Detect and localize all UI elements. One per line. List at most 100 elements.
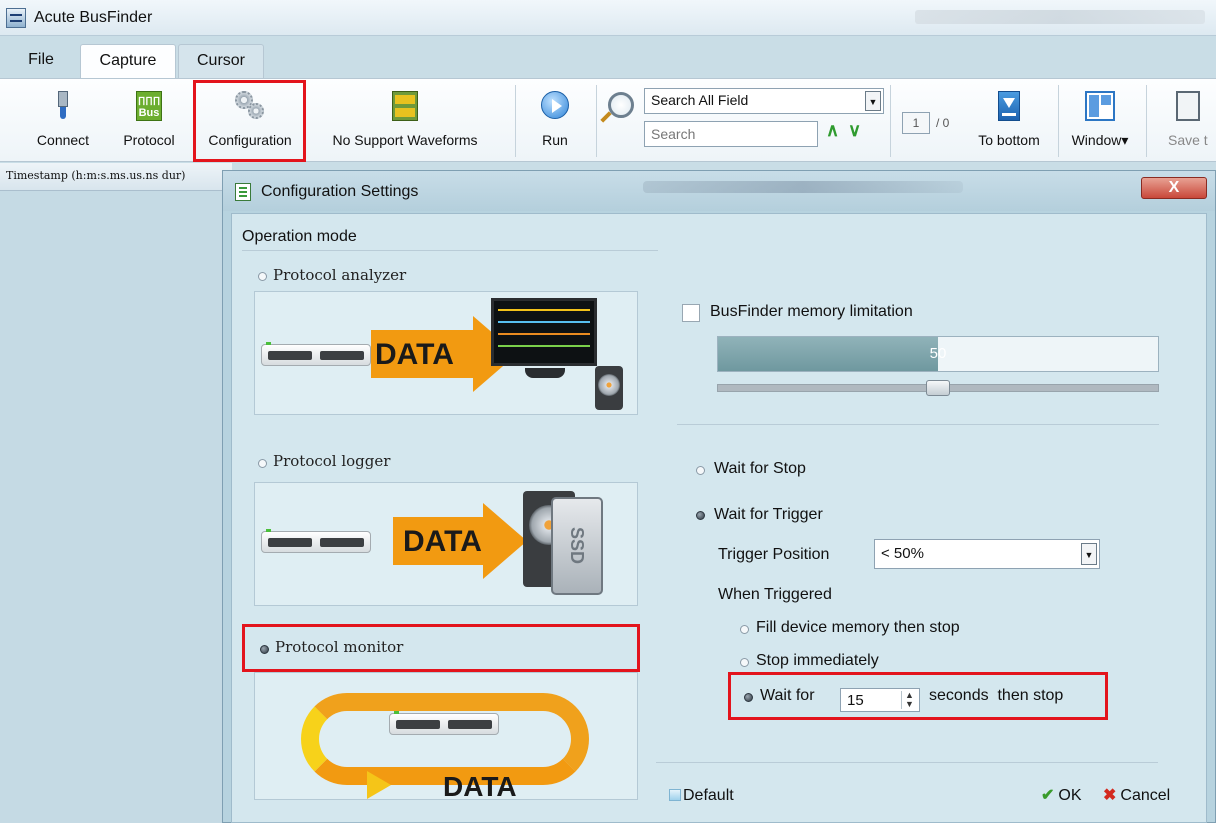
title-bar-blurred-area (915, 10, 1205, 24)
window-label: Window▾ (1071, 132, 1129, 148)
protocol-label: Protocol (123, 132, 175, 148)
default-label: Default (683, 787, 734, 804)
wait-for-stop-label: Wait for Stop (714, 460, 806, 477)
loop-arrowhead (367, 771, 391, 799)
chevron-down-icon[interactable]: ▼ (1081, 543, 1097, 565)
save-button[interactable]: Save t (1160, 79, 1216, 161)
ok-button[interactable]: ✔ OK (1041, 785, 1082, 805)
dialog-title-blurred-area (643, 181, 963, 193)
dialog-title-bar: Configuration Settings X (223, 171, 1215, 211)
tab-file[interactable]: File (18, 44, 64, 78)
wait-seconds-value: 15 (847, 692, 864, 709)
trigger-position-value: < 50% (881, 545, 924, 562)
protocol-analyzer-label: Protocol analyzer (273, 266, 407, 284)
no-support-waveforms-button[interactable]: No Support Waveforms (314, 79, 496, 161)
title-bar: Acute BusFinder (0, 0, 1216, 36)
trigger-position-label: Trigger Position (718, 546, 830, 563)
save-icon (1176, 91, 1200, 121)
bus-protocol-icon: ∏∏∏ Bus (136, 91, 162, 121)
protocol-logger-illustration: DATA SSD (254, 482, 638, 606)
timestamp-pane: Timestamp (h:m:s.ms.us.ns dur) (0, 163, 232, 823)
memory-level-value: 50 (929, 345, 947, 362)
search-field-select[interactable]: Search All Field ▼ (644, 88, 884, 114)
close-icon: ✖ (1103, 787, 1117, 804)
cancel-button[interactable]: ✖ Cancel (1103, 785, 1170, 805)
waveform-icon (392, 91, 418, 121)
page-total: / 0 (936, 116, 950, 130)
page-number-input[interactable]: 1 (902, 112, 930, 134)
to-bottom-button[interactable]: To bottom (968, 79, 1050, 161)
protocol-button[interactable]: ∏∏∏ Bus Protocol (113, 79, 185, 161)
save-label: Save t (1168, 132, 1208, 148)
default-checkbox[interactable] (669, 789, 681, 801)
divider (677, 424, 1159, 425)
tab-cursor[interactable]: Cursor (178, 44, 264, 78)
monitor-stand (525, 368, 565, 378)
radio-wait-for-seconds[interactable] (744, 693, 753, 702)
chevron-down-icon[interactable]: ▼ (865, 91, 881, 111)
search-previous-icon[interactable]: ∧ (826, 120, 839, 141)
dialog-body: Operation mode Protocol analyzer DATA Pr… (231, 213, 1207, 823)
device-icon (261, 529, 371, 553)
arrow-down-to-bottom-icon (998, 91, 1020, 121)
run-button[interactable]: Run (526, 79, 584, 161)
ribbon-separator (1058, 85, 1059, 157)
waveforms-label: No Support Waveforms (332, 132, 478, 148)
radio-wait-for-trigger[interactable] (696, 511, 705, 520)
search-field-select-value: Search All Field (651, 92, 749, 108)
memory-limitation-label: BusFinder memory limitation (710, 303, 913, 320)
ribbon-separator (890, 85, 891, 157)
document-icon (235, 183, 251, 201)
memory-level-bar: 50 (717, 336, 1159, 372)
ribbon-separator (1146, 85, 1147, 157)
data-text: DATA (443, 771, 517, 802)
window-layout-icon (1085, 91, 1115, 121)
tab-capture[interactable]: Capture (80, 44, 176, 78)
stop-immediately-label: Stop immediately (756, 652, 879, 669)
to-bottom-label: To bottom (978, 132, 1040, 148)
ribbon-toolbar: Connect ∏∏∏ Bus Protocol Configuration No… (0, 78, 1216, 162)
close-button[interactable]: X (1141, 177, 1207, 199)
protocol-monitor-illustration: DATA (254, 672, 638, 802)
connect-button[interactable]: Connect (24, 79, 102, 161)
wait-seconds-spinner[interactable]: 15 ▲ ▼ (840, 688, 920, 712)
window-button[interactable]: Window▾ (1064, 79, 1136, 161)
app-icon (6, 8, 26, 28)
configuration-highlight-box (193, 80, 306, 162)
monitor-waveform-icon (491, 298, 597, 366)
divider (656, 762, 1158, 763)
timestamp-column-header[interactable]: Timestamp (h:m:s.ms.us.ns dur) (0, 163, 232, 191)
search-icon (608, 92, 634, 118)
dialog-title: Configuration Settings (261, 183, 419, 200)
checkmark-icon: ✔ (1041, 787, 1055, 804)
play-icon (541, 91, 569, 119)
ribbon-separator (596, 85, 597, 157)
device-icon (389, 711, 499, 735)
app-title: Acute BusFinder (34, 9, 153, 26)
search-input[interactable] (644, 121, 818, 147)
wait-for-trigger-label: Wait for Trigger (714, 506, 823, 523)
when-triggered-label: When Triggered (718, 586, 832, 603)
radio-protocol-analyzer[interactable] (258, 272, 267, 281)
device-icon (261, 342, 371, 366)
spinner-arrows-icon[interactable]: ▲ ▼ (901, 691, 917, 709)
trigger-position-select[interactable]: < 50% ▼ (874, 539, 1100, 569)
memory-slider-thumb[interactable] (926, 380, 950, 396)
search-next-icon[interactable]: ∨ (848, 120, 861, 141)
radio-fill-device-memory[interactable] (740, 625, 749, 634)
protocol-analyzer-illustration: DATA (254, 291, 638, 415)
operation-mode-label: Operation mode (242, 228, 357, 245)
radio-protocol-logger[interactable] (258, 459, 267, 468)
memory-limitation-checkbox[interactable] (682, 304, 700, 322)
run-label: Run (542, 132, 568, 148)
cancel-label: Cancel (1120, 787, 1171, 804)
hard-drive-icon (595, 366, 623, 410)
configuration-dialog: Configuration Settings X Operation mode … (222, 170, 1216, 823)
fill-device-memory-label: Fill device memory then stop (756, 619, 960, 636)
radio-stop-immediately[interactable] (740, 658, 749, 667)
connect-label: Connect (36, 132, 90, 148)
radio-wait-for-stop[interactable] (696, 466, 705, 475)
ok-label: OK (1058, 787, 1082, 804)
usb-plug-icon (56, 91, 70, 125)
ssd-icon: SSD (551, 497, 603, 595)
